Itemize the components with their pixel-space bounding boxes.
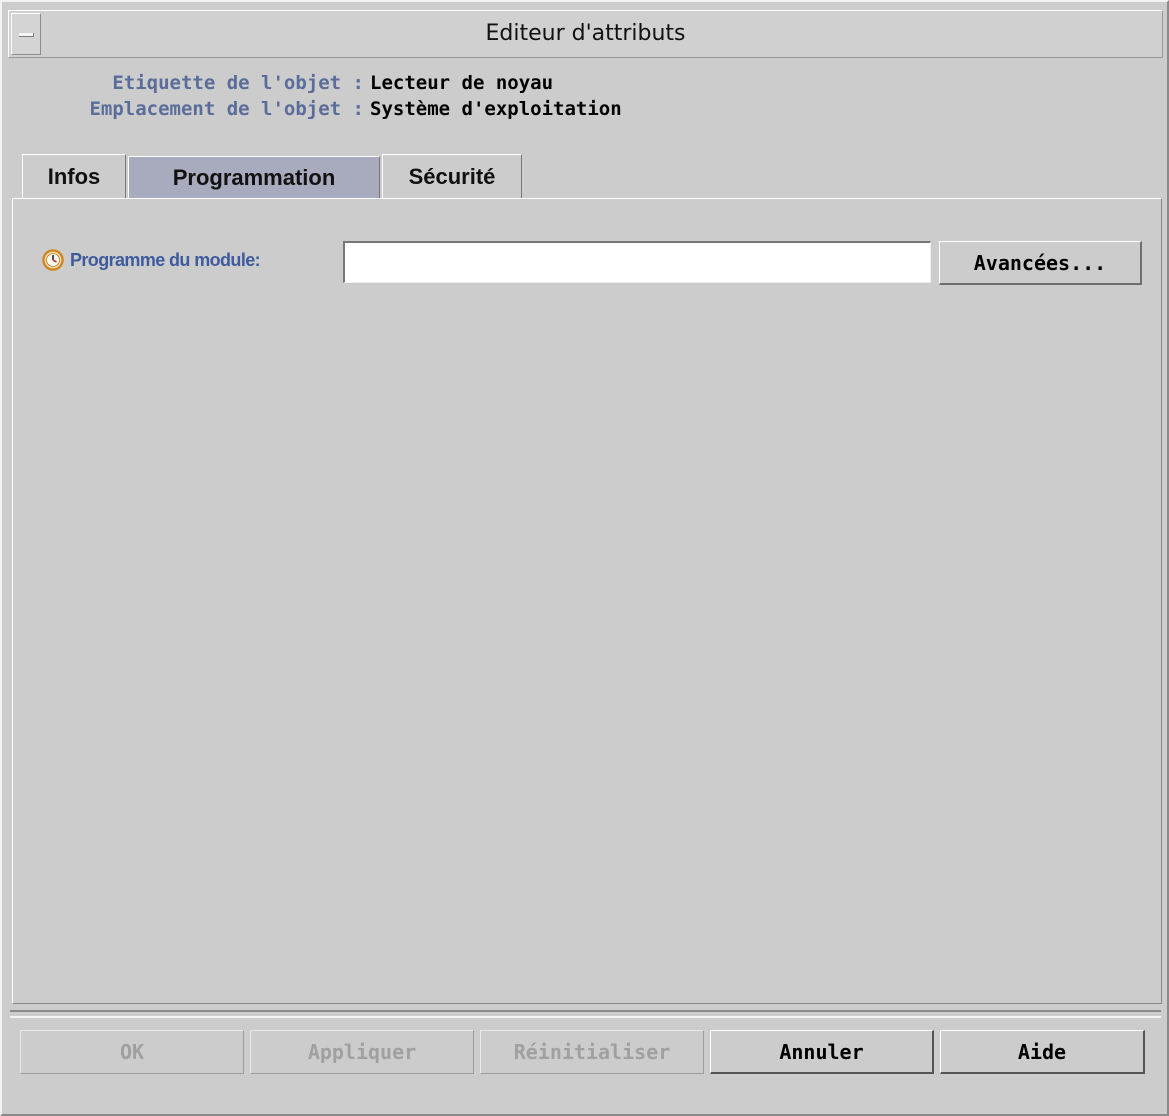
object-label-value: Lecteur de noyau — [370, 72, 554, 94]
tab-panel-programmation: Programme du module: Avancées... — [12, 198, 1162, 1004]
clock-icon — [42, 249, 64, 271]
footer-buttons: OK Appliquer Réinitialiser Annuler Aide — [20, 1030, 1145, 1074]
tab-securite[interactable]: Sécurité — [382, 154, 522, 198]
object-location-caption: Emplacement de l'objet : — [89, 98, 364, 120]
attribute-editor-window: Editeur d'attributs Etiquette de l'objet… — [0, 0, 1169, 1116]
reset-button[interactable]: Réinitialiser — [480, 1030, 704, 1074]
module-schedule-input[interactable] — [343, 241, 931, 283]
cancel-button[interactable]: Annuler — [710, 1030, 934, 1074]
footer-separator — [10, 1010, 1161, 1018]
title-bar[interactable]: Editeur d'attributs — [8, 10, 1163, 58]
ok-button[interactable]: OK — [20, 1030, 244, 1074]
help-button[interactable]: Aide — [940, 1030, 1145, 1074]
apply-button[interactable]: Appliquer — [250, 1030, 474, 1074]
tab-programmation[interactable]: Programmation — [128, 156, 380, 198]
advanced-button[interactable]: Avancées... — [939, 241, 1142, 285]
object-location-value: Système d'exploitation — [370, 98, 622, 120]
window-title: Editeur d'attributs — [485, 21, 686, 46]
tab-infos[interactable]: Infos — [22, 154, 126, 198]
object-label-caption: Etiquette de l'objet : — [112, 72, 364, 94]
module-schedule-label: Programme du module: — [70, 250, 261, 270]
